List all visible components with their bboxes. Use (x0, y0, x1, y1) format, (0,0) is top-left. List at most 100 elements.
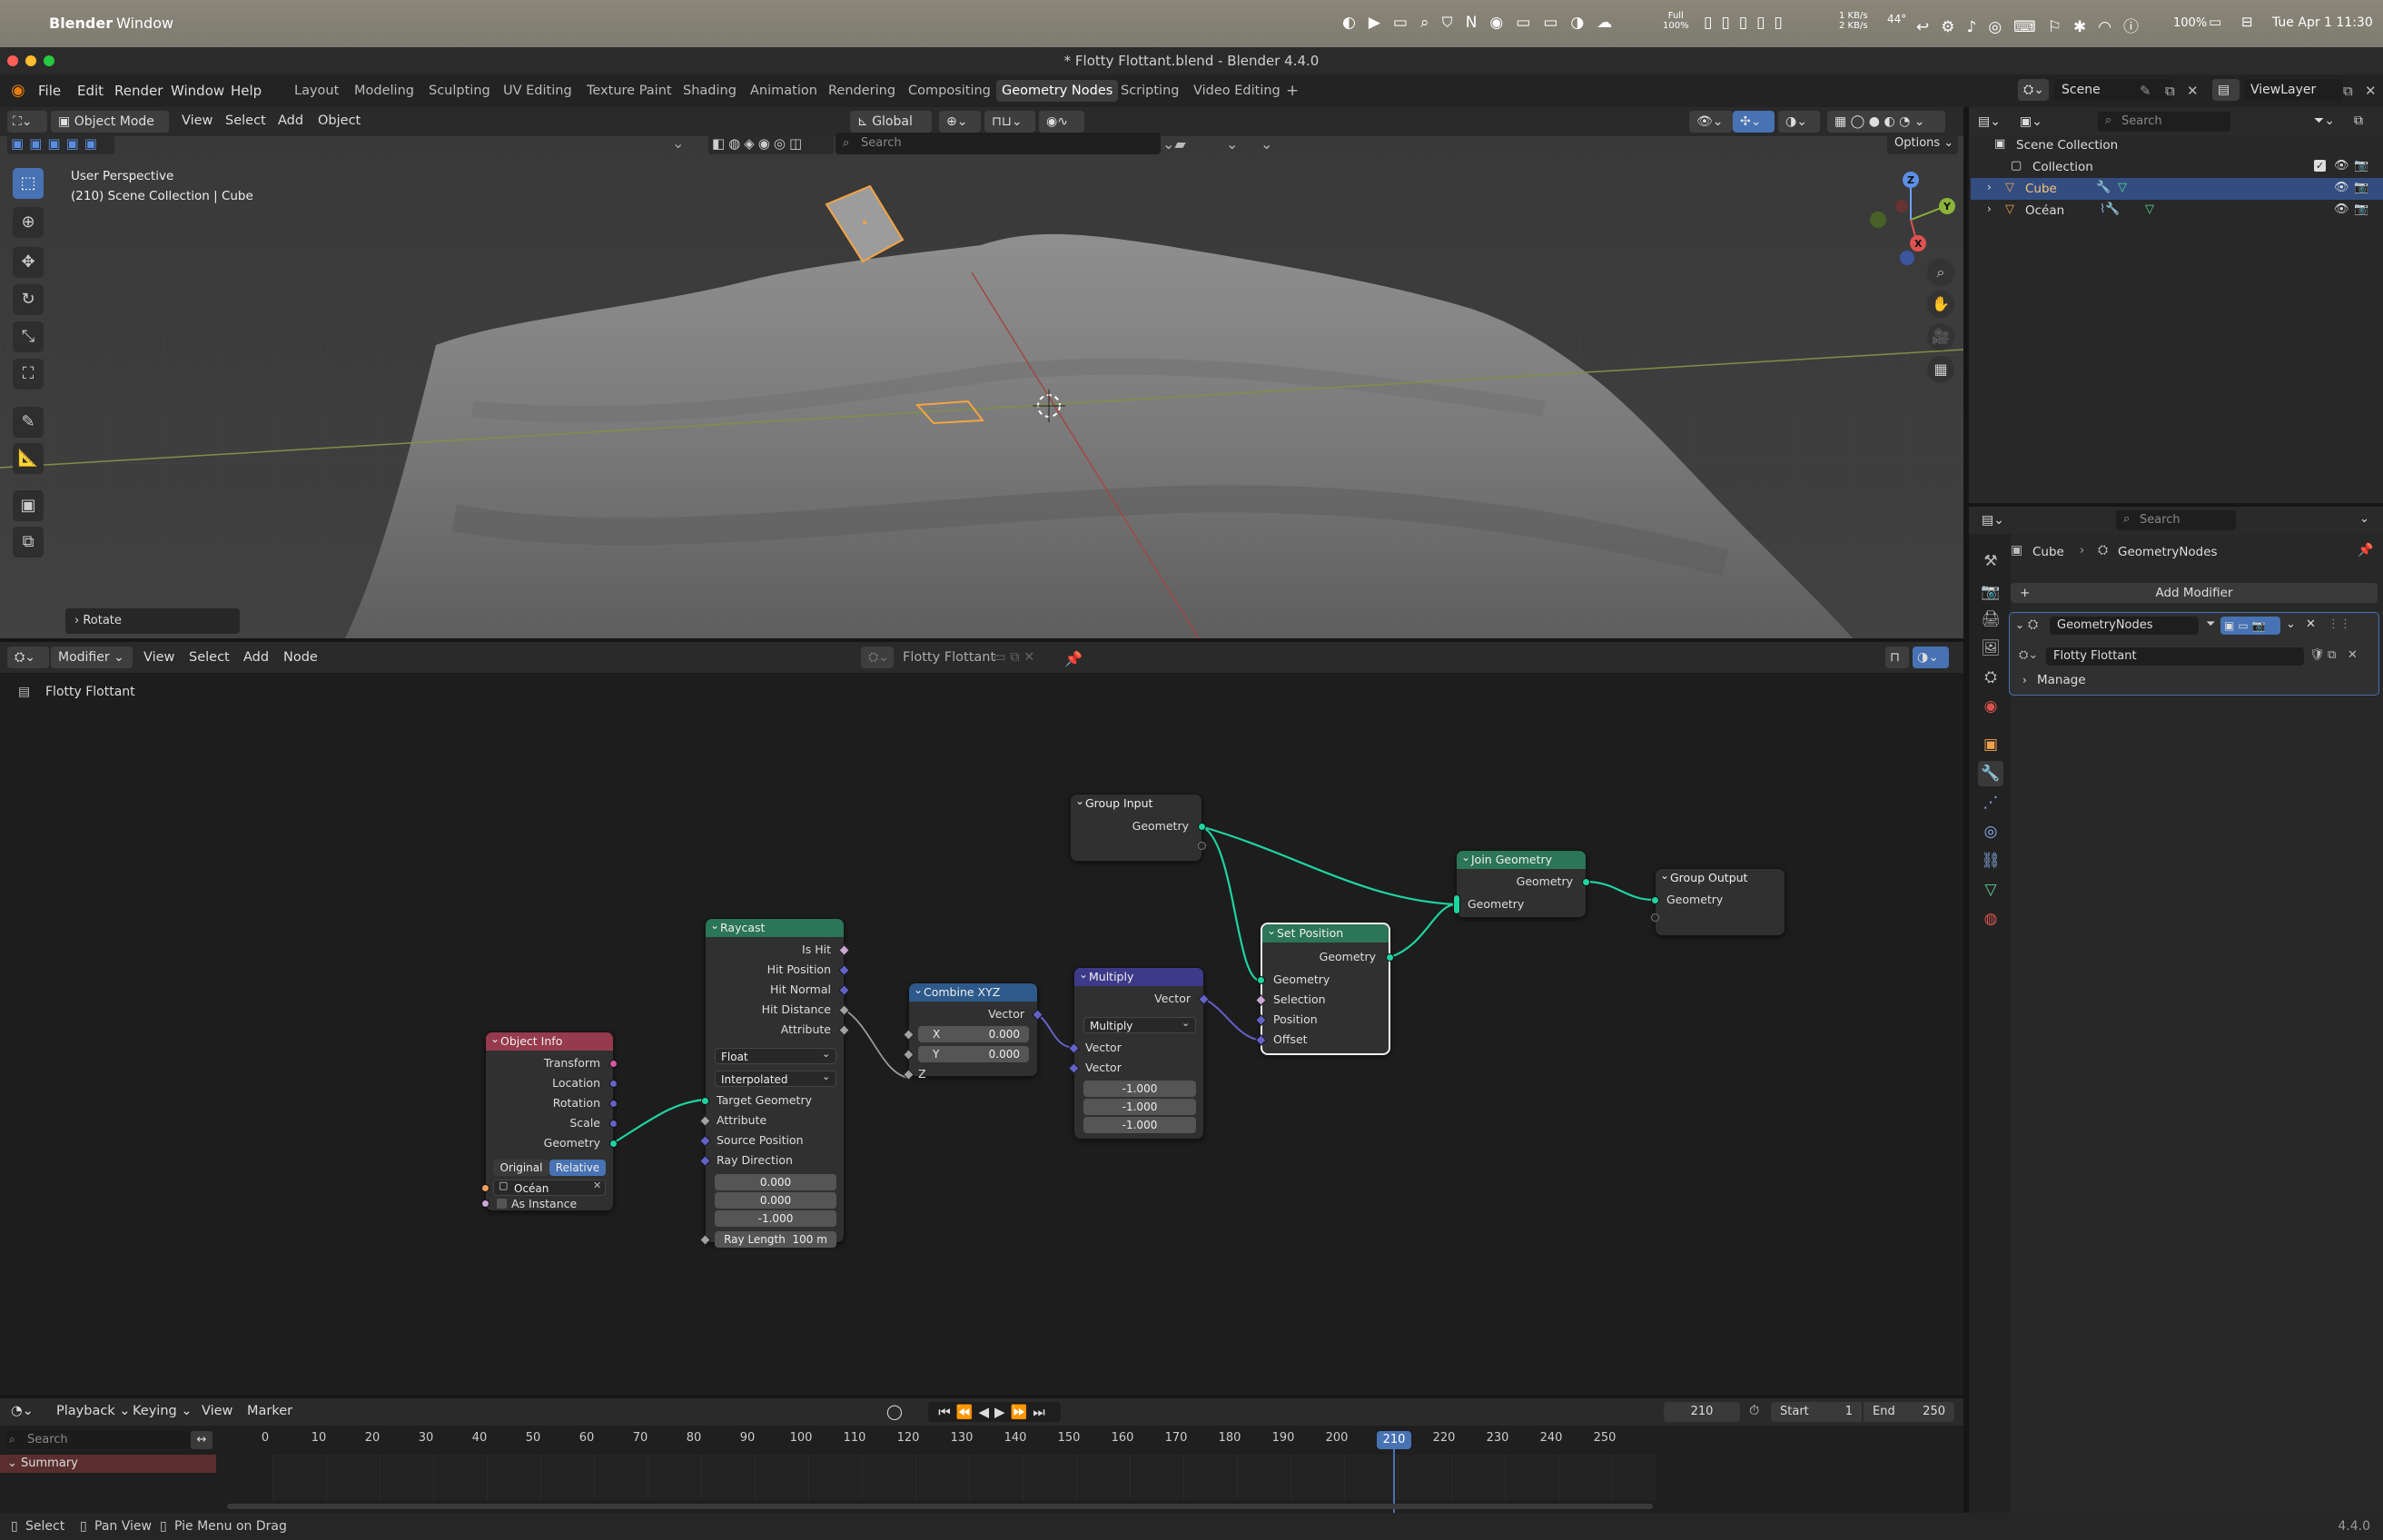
timeline-menu-view[interactable]: View (202, 1404, 232, 1418)
outliner-row-cube[interactable]: › ▽ Cube 🔧 ▽ 👁 📷 (1971, 178, 2383, 200)
relative-toggle[interactable]: Relative (549, 1160, 606, 1176)
modifier-visibility-toggles[interactable]: ▣▭📷 (2220, 617, 2280, 635)
empty-socket[interactable] (1651, 913, 1659, 922)
node-header[interactable]: Group Output (1656, 866, 1785, 887)
viewport-menu-view[interactable]: View (182, 114, 213, 128)
editor-type-nodes-icon[interactable]: ⛭⌄ (7, 647, 49, 668)
geometry-socket[interactable] (609, 1140, 618, 1148)
pin-icon[interactable]: 📌 (2358, 543, 2373, 558)
control-center-icon[interactable]: ⊟ (2241, 14, 2253, 30)
node-group-input[interactable]: Group Input Geometry (1070, 792, 1206, 862)
ray-dir-y[interactable]: 0.000 (715, 1192, 836, 1209)
tab-animation[interactable]: Animation (745, 80, 823, 102)
visibility-icon[interactable]: 👁⌄ (1689, 111, 1733, 133)
tool-tab-icon[interactable]: ⚒ (1978, 548, 2003, 574)
node-object-info[interactable]: Object Info Transform Location Rotation … (481, 1030, 618, 1211)
node-tree-type-icon[interactable]: ⛭⌄ (861, 647, 894, 668)
expand-chevron-icon[interactable]: › (1987, 181, 1992, 193)
node-tree-icon[interactable]: ⛭⌄ (2019, 648, 2038, 662)
scene-selector[interactable]: Scene (2054, 79, 2172, 101)
menu-extras-icons[interactable]: ▯▯▯▯▯ (1704, 14, 1792, 32)
breadcrumb-modifier[interactable]: GeometryNodes (2118, 545, 2218, 559)
timeline-editor-icon[interactable]: ◔⌄ (11, 1404, 34, 1418)
ortho-toggle-icon[interactable]: ▦ (1927, 356, 1954, 383)
cursor-tool-icon[interactable]: ⊕ (13, 207, 44, 238)
scene-type-icon[interactable]: ⛭⌄ (2018, 79, 2049, 101)
transform-orientation-dropdown[interactable]: ⊾ Global ⌄ (850, 111, 932, 151)
viewlayer-selector[interactable]: ViewLayer (2243, 79, 2343, 101)
snap-icon[interactable]: ⊓⊔⌄ (984, 111, 1035, 133)
expand-chevron-icon[interactable]: › (1987, 202, 1992, 215)
clock[interactable]: Tue Apr 1 11:30 (2272, 15, 2373, 30)
menu-help[interactable]: Help (231, 83, 262, 99)
collapse-chevron-icon[interactable]: ⌄ (2015, 618, 2024, 631)
shading-modes[interactable]: ▦ ◯ ● ◐ ◔ ⌄ (1827, 111, 1945, 133)
viewport-search-field[interactable]: Search (836, 133, 1161, 154)
edit-mode-toggle-icon[interactable]: ⏷ (2206, 617, 2215, 631)
node-header[interactable]: Join Geometry (1457, 848, 1586, 869)
battery-icon[interactable]: ▭ (2209, 14, 2221, 30)
add-object-tool-icon[interactable]: ⧉ (13, 527, 44, 558)
combine-x-field[interactable]: X 0.000 (918, 1026, 1029, 1042)
node-snap-icon[interactable]: ⊓ (1885, 647, 1909, 668)
node-menu-select[interactable]: Select (189, 650, 230, 665)
editor-type-3d-icon[interactable]: ⛶⌄ (7, 111, 47, 133)
timeline-menu-playback[interactable]: Playback ⌄ (56, 1404, 130, 1418)
options-dropdown[interactable]: Options ⌄ (1887, 133, 1958, 154)
pin-node-tree-icon[interactable]: 📌 (1064, 650, 1083, 667)
scene-tab-icon[interactable]: ⛭ (1978, 665, 2003, 690)
outliner-search-field[interactable]: Search (2098, 112, 2230, 132)
new-collection-icon[interactable]: ⧉ (2354, 114, 2363, 128)
selection-mode-icons[interactable]: ▣▣▣▣▣ (7, 133, 114, 154)
ray-dir-z[interactable]: -1.000 (715, 1210, 836, 1227)
drag-handle-icon[interactable]: ⋮⋮ (2328, 617, 2351, 631)
move-tool-icon[interactable]: ✥ (13, 247, 44, 278)
object-socket[interactable] (481, 1184, 489, 1192)
node-header[interactable]: Group Input (1071, 792, 1201, 813)
timeline[interactable]: ◔⌄ Playback ⌄ Keying ⌄ View Marker ◯ ⏮⏪◀… (0, 1398, 1963, 1540)
camera-icon[interactable]: 📷 (2354, 202, 2368, 216)
tab-modeling[interactable]: Modeling (349, 80, 420, 102)
vector-socket[interactable] (609, 1080, 618, 1088)
add-workspace-button[interactable]: + (1280, 80, 1304, 102)
combine-y-field[interactable]: Y 0.000 (918, 1046, 1029, 1062)
timeline-scrollbar[interactable] (227, 1504, 1653, 1509)
tab-geometry-nodes[interactable]: Geometry Nodes (996, 80, 1119, 102)
annotate-tool-icon[interactable]: ✎ (13, 407, 44, 438)
outliner-editor-icon[interactable]: ▤⌄ (1978, 114, 2001, 129)
swap-icon[interactable]: ↔ (191, 1431, 213, 1449)
node-raycast[interactable]: Raycast Is Hit Hit Position Hit Normal H… (699, 916, 850, 1248)
operation-dropdown[interactable]: Multiply (1083, 1017, 1196, 1033)
menu-window[interactable]: Window (171, 83, 224, 99)
material-tab-icon[interactable]: ◍ (1978, 906, 2003, 932)
viewport-menu-add[interactable]: Add (278, 114, 303, 128)
status-icons[interactable]: ◐▶▭⌕⛉N◉▭▭◑☁ (1342, 14, 1625, 32)
geometry-socket[interactable] (1651, 896, 1659, 904)
render-tab-icon[interactable]: 📷 (1978, 579, 2003, 605)
viewlayer-icon[interactable]: ▤ (2212, 79, 2240, 101)
remove-modifier-icon[interactable]: ✕ (2306, 617, 2316, 631)
multiply-y[interactable]: -1.000 (1083, 1099, 1196, 1115)
node-header[interactable]: Combine XYZ (909, 981, 1037, 1002)
expand-chevron-icon[interactable]: › (2022, 674, 2027, 686)
node-join-geometry[interactable]: Join Geometry Geometry Geometry (1453, 848, 1590, 918)
overlay-toggle-icon[interactable]: ◑⌄ (1778, 111, 1820, 133)
modifier-panel[interactable]: ⌄ ⛭ GeometryNodes ⏷ ▣▭📷 ⌄ ✕ ⋮⋮ ⛭⌄ Flotty… (2009, 612, 2379, 696)
physics-tab-icon[interactable]: ◎ (1978, 819, 2003, 844)
viewport-menu-object[interactable]: Object (318, 114, 361, 128)
tab-rendering[interactable]: Rendering (823, 80, 901, 102)
remove-scene-icon[interactable]: ✕ (2187, 83, 2199, 99)
menu-render[interactable]: Render (114, 83, 163, 99)
eye-icon[interactable]: 👁 (2334, 202, 2349, 216)
tray-icons[interactable]: ↩⚙♪◎⌨⚐✱◠ⓘ (1916, 14, 2151, 36)
viewport-header-collapse-icon[interactable]: ⌄ (672, 134, 684, 152)
zoom-view-icon[interactable]: ⌕ (1927, 259, 1954, 286)
tab-compositing[interactable]: Compositing (903, 80, 996, 102)
node-header[interactable]: Multiply (1074, 965, 1203, 986)
properties-editor[interactable]: ▤⌄ Search ⌕ ⌄ ⚒ 📷 🖨 🖼 ⛭ ◉ ▣ 🔧 ⋰ ◎ ⛓ ▽ ◍ … (1969, 507, 2383, 1513)
multiply-z[interactable]: -1.000 (1083, 1117, 1196, 1133)
exclude-checkbox[interactable]: ✓ (2314, 160, 2326, 172)
remove-viewlayer-icon[interactable]: ✕ (2365, 83, 2377, 99)
timeline-menu-keying[interactable]: Keying ⌄ (133, 1404, 192, 1418)
menu-edit[interactable]: Edit (77, 83, 104, 99)
